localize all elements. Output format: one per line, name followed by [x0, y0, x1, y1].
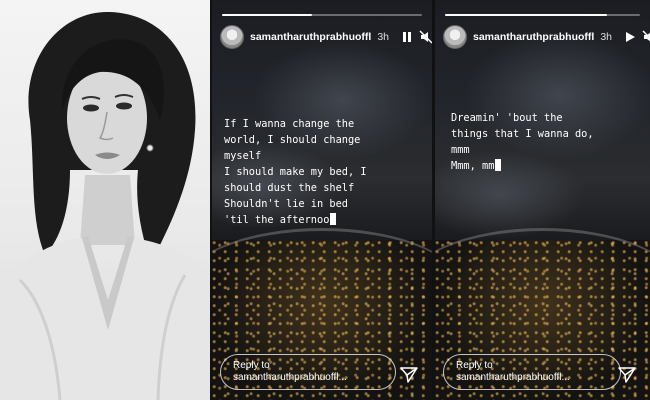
reply-input[interactable]: Reply to samantharuthprabhuoffl...: [443, 354, 621, 390]
caption-line: Dreamin' 'bout the: [451, 112, 563, 124]
story-panel-2[interactable]: samantharuthprabhuoffl 3h Dreamin' 'bout…: [435, 0, 650, 400]
text-cursor: [495, 159, 502, 171]
reply-placeholder-line1: Reply to: [233, 360, 270, 371]
story-time: 3h: [377, 31, 390, 43]
caption-line: should dust the shelf: [224, 182, 355, 194]
reply-placeholder-line1: Reply to: [456, 360, 493, 371]
caption-line: myself: [224, 150, 262, 162]
play-icon[interactable]: [624, 30, 636, 44]
caption-line: Shouldn't lie in bed: [224, 198, 348, 210]
portrait-photo: [0, 0, 210, 400]
pause-icon[interactable]: [401, 30, 413, 44]
story-caption: Dreamin' 'bout the things that I wanna d…: [451, 110, 594, 174]
username[interactable]: samantharuthprabhuoffl: [473, 31, 594, 43]
caption-line: things that I wanna do,: [451, 128, 594, 140]
send-icon[interactable]: [400, 366, 418, 384]
caption-line: If I wanna change the: [224, 118, 355, 130]
airplane-window-edge: [435, 228, 650, 348]
send-icon[interactable]: [618, 366, 636, 384]
caption-line: I should make my bed, I: [224, 166, 367, 178]
caption-line: 'til the afternoo: [224, 214, 330, 226]
story-progress-fill: [445, 14, 607, 16]
caption-line: Mmm, mm: [451, 160, 495, 172]
avatar[interactable]: [220, 25, 244, 49]
username[interactable]: samantharuthprabhuoffl: [250, 31, 371, 43]
avatar[interactable]: [443, 25, 467, 49]
reply-input[interactable]: Reply to samantharuthprabhuoffl...: [220, 354, 396, 390]
story-caption: If I wanna change the world, I should ch…: [224, 116, 367, 228]
story-progress-fill: [222, 14, 312, 16]
mute-icon[interactable]: [419, 30, 432, 44]
story-time: 3h: [600, 31, 613, 43]
story-header: samantharuthprabhuoffl 3h: [443, 24, 650, 50]
reply-placeholder-line2: samantharuthprabhuoffl...: [233, 372, 347, 383]
airplane-window-edge: [212, 228, 432, 348]
text-cursor: [330, 213, 337, 225]
story-progress-bar: [445, 14, 640, 16]
story-progress-bar: [222, 14, 422, 16]
reply-placeholder-line2: samantharuthprabhuoffl...: [456, 372, 570, 383]
story-header: samantharuthprabhuoffl 3h: [220, 24, 432, 50]
story-panel-1[interactable]: samantharuthprabhuoffl 3h If I wanna cha…: [212, 0, 432, 400]
caption-line: world, I should change: [224, 134, 361, 146]
mute-icon[interactable]: [642, 30, 650, 44]
caption-line: mmm: [451, 144, 470, 156]
